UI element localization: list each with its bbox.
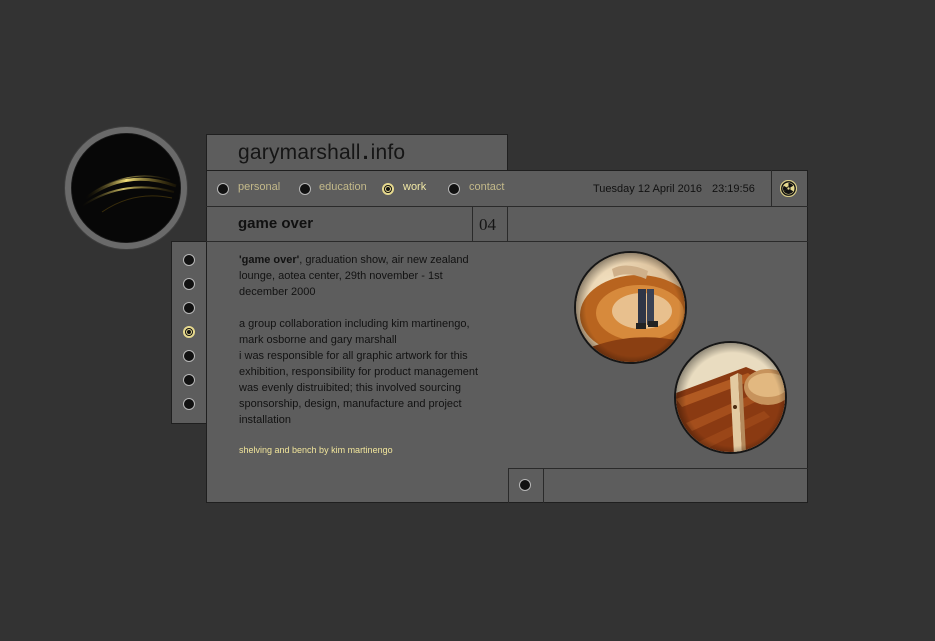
swoosh-logo-icon xyxy=(71,133,181,243)
page-heading: game over xyxy=(238,215,314,232)
radiation-icon[interactable] xyxy=(779,179,798,198)
date-display: Tuesday 12 April 2016 xyxy=(593,183,703,195)
page-number: 04 xyxy=(479,215,496,234)
nav-item-personal[interactable]: personal xyxy=(238,181,280,193)
project-description: 'game over', graduation show, air new ze… xyxy=(239,252,487,428)
side-menu-item[interactable] xyxy=(183,398,195,410)
responsibility-text: i was responsible for all graphic artwor… xyxy=(239,350,479,426)
side-menu-item[interactable] xyxy=(183,278,195,290)
site-title[interactable]: garymarshall.info xyxy=(238,141,405,165)
number-divider-right xyxy=(507,206,508,241)
shelving-photo[interactable] xyxy=(574,251,687,364)
corner-divider xyxy=(771,170,772,206)
side-menu-item[interactable] xyxy=(183,374,195,386)
logo-disc xyxy=(64,126,188,250)
collaboration-text: a group collaboration including kim mart… xyxy=(239,318,470,346)
side-menu-item[interactable] xyxy=(183,302,195,314)
nav-bullet-work[interactable] xyxy=(382,183,394,195)
heading-divider xyxy=(206,241,808,242)
nav-item-work[interactable]: work xyxy=(403,181,426,193)
project-title: 'game over' xyxy=(239,254,300,266)
side-menu-item[interactable] xyxy=(183,350,195,362)
side-menu-item-active[interactable] xyxy=(183,326,195,338)
footer-divider-left xyxy=(508,468,509,503)
nav-bullet-contact[interactable] xyxy=(448,183,460,195)
side-menu-item[interactable] xyxy=(183,254,195,266)
footer-divider xyxy=(508,468,808,469)
nav-item-education[interactable]: education xyxy=(319,181,367,193)
number-divider-left xyxy=(472,206,473,241)
bench-photo[interactable] xyxy=(674,341,787,454)
nav-bullet-personal[interactable] xyxy=(217,183,229,195)
time-display: 23:19:56 xyxy=(712,183,755,195)
nav-item-contact[interactable]: contact xyxy=(469,181,504,193)
photo-credit: shelving and bench by kim martinengo xyxy=(239,445,393,455)
nav-bullet-education[interactable] xyxy=(299,183,311,195)
footer-divider-right xyxy=(543,468,544,503)
footer-bullet-button[interactable] xyxy=(519,479,531,491)
